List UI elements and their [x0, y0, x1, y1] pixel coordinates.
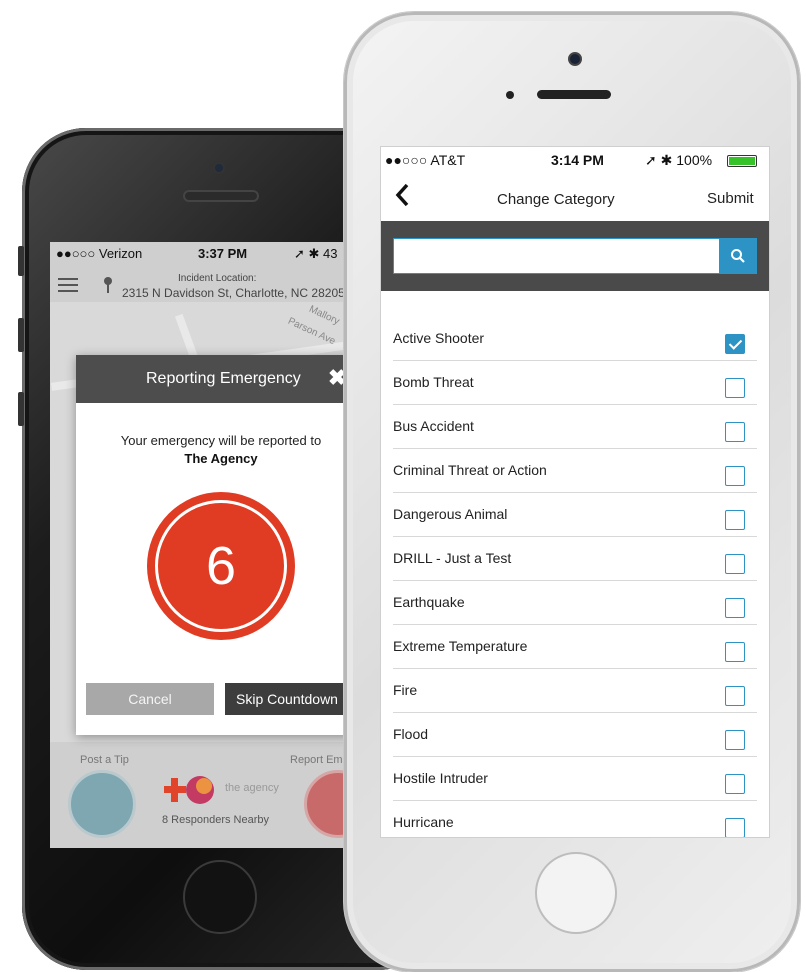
battery-icon: [727, 155, 757, 167]
front-phone-screen: ●●○○○ AT&T 3:14 PM ➚ ✱ 100% Change Categ…: [380, 146, 770, 838]
list-item[interactable]: Extreme Temperature: [381, 625, 769, 669]
post-tip-button[interactable]: [68, 770, 136, 838]
agency-logo-text: the agency: [225, 782, 279, 794]
report-emergency-label: Report Eme: [290, 754, 349, 766]
category-label: Active Shooter: [393, 330, 485, 346]
earpiece-speaker: [537, 90, 611, 99]
map-street-label: Mallory: [307, 303, 342, 328]
carrier-label: ●●○○○ Verizon: [56, 246, 143, 261]
responders-nearby: 8 Responders Nearby: [162, 814, 270, 826]
list-item[interactable]: Flood: [381, 713, 769, 757]
list-item[interactable]: Criminal Threat or Action: [381, 449, 769, 493]
countdown-circle: 6: [147, 492, 295, 640]
checkbox[interactable]: [725, 730, 745, 750]
list-item[interactable]: Dangerous Animal: [381, 493, 769, 537]
checkbox[interactable]: [725, 598, 745, 618]
status-bar: ●●○○○ Verizon 3:37 PM ➚ ✱ 43: [50, 242, 350, 262]
category-label: Extreme Temperature: [393, 638, 528, 654]
incident-address: 2315 N Davidson St, Charlotte, NC 28205: [122, 286, 345, 300]
submit-button[interactable]: Submit: [707, 190, 754, 207]
nav-bar: Change Category Submit: [381, 175, 769, 221]
checkbox[interactable]: [725, 554, 745, 574]
cancel-button[interactable]: Cancel: [86, 683, 214, 715]
carrier-label: ●●○○○ AT&T: [385, 152, 466, 168]
search-icon: [731, 249, 745, 263]
category-label: Earthquake: [393, 594, 465, 610]
list-item[interactable]: Bus Accident: [381, 405, 769, 449]
category-label: Hostile Intruder: [393, 770, 488, 786]
post-tip-label: Post a Tip: [80, 754, 129, 766]
search-button[interactable]: [719, 238, 757, 274]
modal-header: Reporting Emergency ✖: [76, 355, 366, 403]
location-pin-icon: [102, 276, 114, 297]
status-right: ➚ ✱ 43: [294, 246, 338, 261]
category-label: DRILL - Just a Test: [393, 550, 512, 566]
home-button[interactable]: [535, 852, 617, 934]
checkbox[interactable]: [725, 686, 745, 706]
bottom-action-area: Post a Tip Report Eme the agency 8 Respo…: [50, 742, 350, 848]
list-item[interactable]: Earthquake: [381, 581, 769, 625]
category-label: Flood: [393, 726, 429, 742]
status-time: 3:14 PM: [551, 152, 604, 168]
status-right: ➚ ✱ 100%: [645, 152, 713, 168]
agency-logo-icon: [158, 772, 218, 808]
search-bar: [381, 221, 769, 291]
list-item[interactable]: Active Shooter: [381, 317, 769, 361]
volume-up-button: [18, 318, 24, 352]
reporting-emergency-modal: Reporting Emergency ✖ Your emergency wil…: [76, 355, 366, 735]
list-item[interactable]: Hostile Intruder: [381, 757, 769, 801]
incident-header: Incident Location: 2315 N Davidson St, C…: [50, 264, 350, 302]
checkbox[interactable]: [725, 642, 745, 662]
home-button[interactable]: [183, 860, 257, 934]
category-label: Bus Accident: [393, 418, 474, 434]
skip-countdown-button[interactable]: Skip Countdown: [225, 683, 349, 715]
modal-title: Reporting Emergency: [146, 370, 301, 387]
category-label: Fire: [393, 682, 418, 698]
search-input[interactable]: [393, 238, 719, 274]
category-label: Hurricane: [393, 814, 454, 830]
modal-agency-name: The Agency: [184, 451, 258, 466]
front-camera: [568, 52, 582, 66]
front-camera: [213, 162, 225, 174]
status-time: 3:37 PM: [198, 246, 248, 261]
category-label: Dangerous Animal: [393, 506, 508, 522]
list-item[interactable]: Bomb Threat: [381, 361, 769, 405]
checkbox[interactable]: [725, 378, 745, 398]
checkbox[interactable]: [725, 818, 745, 837]
checkbox[interactable]: [725, 466, 745, 486]
category-label: Criminal Threat or Action: [393, 462, 547, 478]
countdown-number: 6: [205, 536, 237, 596]
list-item[interactable]: Fire: [381, 669, 769, 713]
proximity-sensor: [506, 91, 514, 99]
incident-location-label: Incident Location:: [178, 273, 257, 284]
hamburger-menu-icon[interactable]: [58, 278, 78, 292]
checkbox[interactable]: [725, 334, 745, 354]
list-item[interactable]: Hurricane: [381, 801, 769, 837]
volume-switch: [18, 246, 24, 276]
checkbox[interactable]: [725, 774, 745, 794]
checkbox[interactable]: [725, 510, 745, 530]
modal-message: Your emergency will be reported to: [120, 433, 322, 448]
page-title: Change Category: [497, 191, 615, 208]
checkbox[interactable]: [725, 422, 745, 442]
volume-down-button: [18, 392, 24, 426]
status-bar: ●●○○○ AT&T 3:14 PM ➚ ✱ 100%: [381, 147, 769, 173]
earpiece-speaker: [183, 190, 259, 202]
list-item[interactable]: DRILL - Just a Test: [381, 537, 769, 581]
category-label: Bomb Threat: [393, 374, 474, 390]
back-chevron-icon[interactable]: [395, 183, 409, 212]
